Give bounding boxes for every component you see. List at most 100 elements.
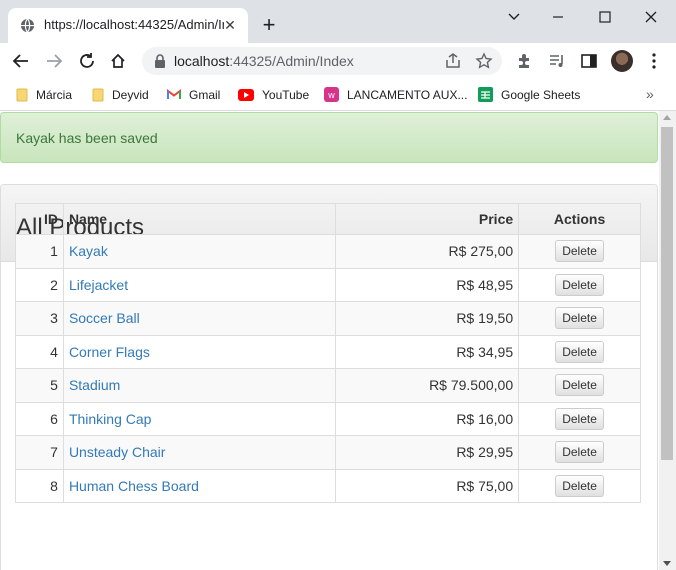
products-table: ID Name Price Actions 1 Kayak R$ 275,00 … [15,203,641,503]
product-price: R$ 48,95 [335,267,520,302]
product-id: 5 [15,368,64,403]
tab-close-icon[interactable]: ✕ [222,17,238,33]
column-header-price: Price [335,203,520,235]
page-viewport: Kayak has been saved All Products ID Nam… [0,111,659,570]
product-name-link[interactable]: Thinking Cap [69,411,152,427]
table-row: 4 Corner Flags R$ 34,95 Delete [15,334,641,369]
delete-button[interactable]: Delete [555,474,604,497]
delete-button[interactable]: Delete [555,273,604,296]
url-path: :44325/Admin/Index [229,53,354,69]
product-id: 1 [15,234,64,269]
product-id: 8 [15,468,64,503]
product-price: R$ 29,95 [335,435,520,470]
success-alert: Kayak has been saved [0,112,658,163]
delete-button[interactable]: Delete [555,441,604,464]
table-row: 6 Thinking Cap R$ 16,00 Delete [15,401,641,436]
maximize-icon[interactable] [585,6,625,28]
new-tab-icon[interactable]: + [258,14,280,37]
table-row: 8 Human Chess Board R$ 75,00 Delete [15,468,641,503]
product-id: 2 [15,267,64,302]
url-host: localhost [174,53,230,69]
side-panel-icon[interactable] [580,52,598,70]
delete-button[interactable]: Delete [555,407,604,430]
menu-kebab-icon[interactable] [645,52,663,70]
globe-icon [20,18,35,33]
tab-title: https://localhost:44325/Admin/In [44,17,224,32]
product-name-link[interactable]: Corner Flags [69,344,150,360]
delete-button[interactable]: Delete [555,240,604,263]
product-price: R$ 19,50 [335,301,520,336]
share-icon[interactable] [444,52,462,70]
product-name-link[interactable]: Kayak [69,243,108,259]
product-id: 3 [15,301,64,336]
tab-search-icon[interactable] [494,6,534,28]
bookmark-label: Deyvid [112,87,149,102]
folder-icon [16,88,28,102]
youtube-icon [238,88,254,101]
bookmark-gmail[interactable]: Gmail [167,86,220,104]
table-row: 3 Soccer Ball R$ 19,50 Delete [15,301,641,336]
bookmark-deyvid[interactable]: Deyvid [92,86,149,104]
back-arrow-icon[interactable] [9,50,33,72]
table-row: 5 Stadium R$ 79.500,00 Delete [15,368,641,403]
url-text[interactable]: localhost:44325/Admin/Index [174,53,354,69]
product-price: R$ 79.500,00 [335,368,520,403]
address-bar[interactable]: localhost:44325/Admin/Index [142,47,502,75]
product-price: R$ 34,95 [335,334,520,369]
product-id: 6 [15,401,64,436]
alert-message: Kayak has been saved [16,130,158,146]
bookmark-marcia[interactable]: Márcia [16,86,72,104]
bookmark-star-icon[interactable] [475,52,493,70]
table-row: 2 Lifejacket R$ 48,95 Delete [15,267,641,302]
media-control-icon[interactable] [548,52,566,70]
delete-button[interactable]: Delete [555,374,604,397]
forward-arrow-icon[interactable] [42,50,66,72]
delete-button[interactable]: Delete [555,340,604,363]
reload-icon[interactable] [75,50,99,72]
product-id: 4 [15,334,64,369]
gmail-icon [167,89,181,100]
column-header-id: ID [15,203,64,235]
scroll-down-arrow-icon[interactable] [663,561,671,566]
browser-toolbar: localhost:44325/Admin/Index [0,43,676,79]
home-icon[interactable] [106,50,130,72]
scroll-up-arrow-icon[interactable] [663,115,671,120]
column-header-actions: Actions [518,203,641,235]
product-id: 7 [15,435,64,470]
close-window-icon[interactable] [631,6,671,28]
scrollbar-thumb[interactable] [661,127,673,460]
table-header-row: ID Name Price Actions [15,203,641,235]
vertical-scrollbar[interactable] [659,111,676,570]
product-name-link[interactable]: Soccer Ball [69,310,140,326]
product-price: R$ 75,00 [335,468,520,503]
product-name-link[interactable]: Human Chess Board [69,478,199,494]
bookmark-label: LANCAMENTO AUX... [347,87,468,102]
product-name-link[interactable]: Lifejacket [69,277,128,293]
tab-strip: https://localhost:44325/Admin/In ✕ + [0,0,676,43]
folder-icon [92,88,104,102]
bookmark-label: Márcia [36,87,73,102]
table-row: 7 Unsteady Chair R$ 29,95 Delete [15,435,641,470]
product-price: R$ 275,00 [335,234,520,269]
sheets-icon [478,87,493,103]
lock-icon[interactable] [154,54,166,68]
bookmarks-bar: Márcia Deyvid Gmail YouTube w LANCAMENTO … [0,79,676,111]
wm-icon: w [324,87,339,103]
product-name-link[interactable]: Unsteady Chair [69,444,166,460]
profile-avatar[interactable] [611,50,633,72]
product-name-link[interactable]: Stadium [69,377,120,393]
extensions-icon[interactable] [515,52,533,70]
minimize-icon[interactable] [538,6,578,28]
table-row: 1 Kayak R$ 275,00 Delete [15,234,641,269]
bookmark-lancamento[interactable]: w LANCAMENTO AUX... [324,86,467,104]
svg-text:w: w [327,90,335,100]
bookmark-label: Gmail [189,87,221,102]
bookmarks-overflow-icon[interactable]: » [646,86,654,102]
bookmark-label: Google Sheets [501,87,581,102]
browser-tab[interactable]: https://localhost:44325/Admin/In ✕ [8,8,248,43]
bookmark-google-sheets[interactable]: Google Sheets [478,86,580,104]
bookmark-youtube[interactable]: YouTube [238,86,309,104]
bookmark-label: YouTube [262,87,310,102]
product-price: R$ 16,00 [335,401,520,436]
delete-button[interactable]: Delete [555,307,604,330]
